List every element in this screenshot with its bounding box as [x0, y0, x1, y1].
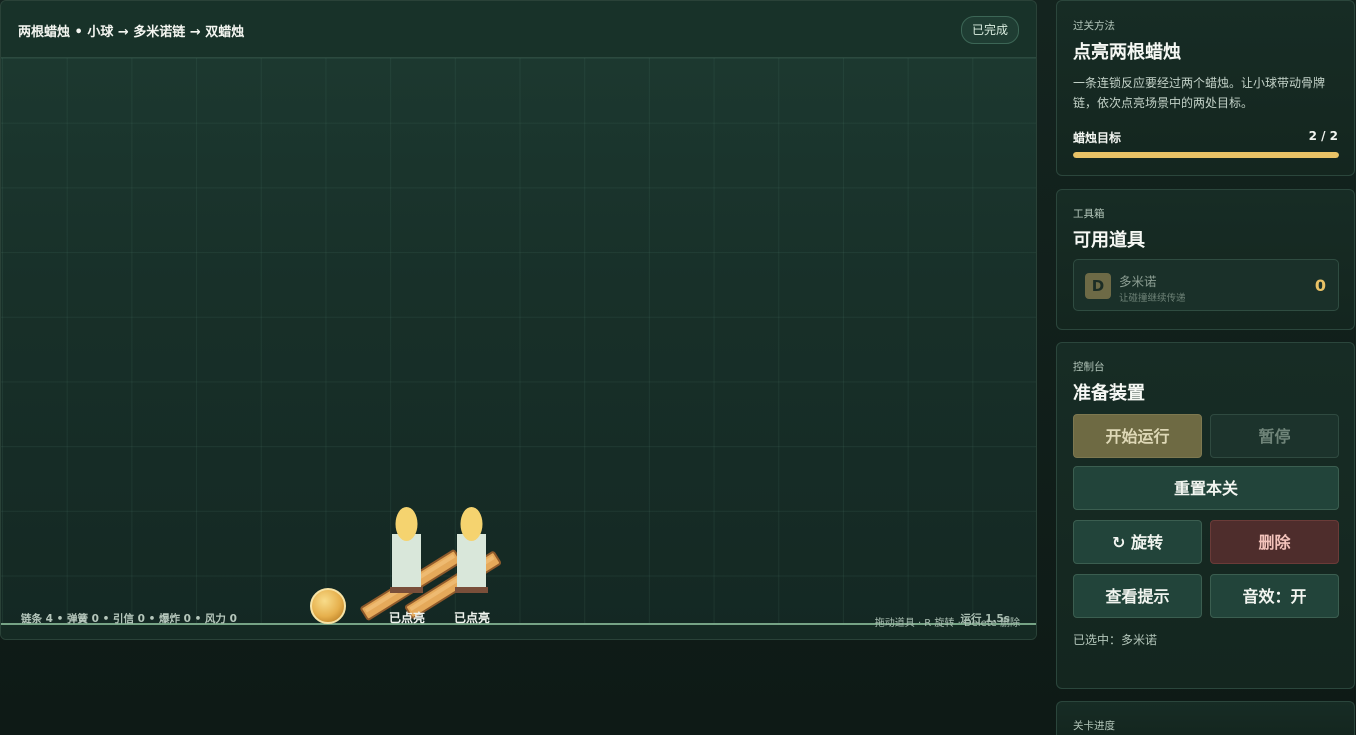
console-panel: 控制台 准备装置 开始运行 暂停 重置本关 ↻ 旋转 删除 查看提示 音效：开 … — [1056, 342, 1355, 689]
toolbox-title: 可用道具 — [1073, 230, 1145, 251]
goal-kicker: 过关方法 — [1073, 20, 1115, 32]
selected-tool-text: 已选中：多米诺 — [1073, 633, 1158, 647]
candle-target — [390, 507, 423, 593]
runtime-readout: 运行 1.5s — [960, 613, 1010, 625]
tool-count: 0 — [1314, 276, 1326, 295]
delete-button[interactable]: 删除 — [1210, 520, 1339, 564]
target-progress-fill — [1073, 152, 1339, 158]
start-button[interactable]: 开始运行 — [1073, 414, 1202, 458]
game-stage: 两根蜡烛 • 小球 → 多米诺链 → 双蜡烛 已完成 已点亮 已点亮 链条 4 … — [0, 0, 1037, 640]
sound-toggle-button[interactable]: 音效：开 — [1210, 574, 1339, 618]
rotate-button[interactable]: ↻ 旋转 — [1073, 520, 1202, 564]
goal-panel: 过关方法 点亮两根蜡烛 一条连锁反应要经过两个蜡烛。让小球带动骨牌链，依次点亮场… — [1056, 0, 1355, 176]
candle-status-label: 已点亮 — [388, 611, 425, 625]
scene-objects — [310, 507, 502, 624]
candle-flame — [460, 507, 483, 541]
candle-flame — [395, 507, 418, 541]
candle-target — [455, 507, 488, 593]
level-progress-panel: 关卡进度 — [1056, 701, 1355, 735]
domino-icon: D — [1085, 273, 1111, 299]
reset-level-button[interactable]: 重置本关 — [1073, 466, 1339, 510]
console-title: 准备装置 — [1073, 383, 1145, 404]
target-progress-bar — [1073, 152, 1339, 158]
pause-button[interactable]: 暂停 — [1210, 414, 1339, 458]
goal-description: 一条连锁反应要经过两个蜡烛。让小球带动骨牌链，依次点亮场景中的两处目标。 — [1073, 76, 1326, 110]
chain-stats: 链条 4 • 弹簧 0 • 引信 0 • 爆炸 0 • 风力 0 — [21, 613, 237, 625]
candle-status-label: 已点亮 — [453, 611, 490, 625]
toolbox-kicker: 工具箱 — [1073, 208, 1105, 220]
tool-name: 多米诺 — [1119, 274, 1157, 289]
level-progress-kicker: 关卡进度 — [1073, 720, 1115, 732]
goal-title: 点亮两根蜡烛 — [1073, 42, 1181, 63]
tool-item-domino[interactable]: D 多米诺 让碰撞继续传递 0 — [1073, 259, 1339, 311]
target-label: 蜡烛目标 — [1073, 131, 1122, 145]
target-count: 2 / 2 — [1308, 129, 1338, 143]
view-hint-button[interactable]: 查看提示 — [1073, 574, 1202, 618]
toolbox-panel: 工具箱 可用道具 D 多米诺 让碰撞继续传递 0 — [1056, 189, 1355, 330]
tool-subtitle: 让碰撞继续传递 — [1119, 293, 1186, 304]
ball[interactable] — [310, 588, 346, 624]
console-kicker: 控制台 — [1073, 361, 1105, 373]
